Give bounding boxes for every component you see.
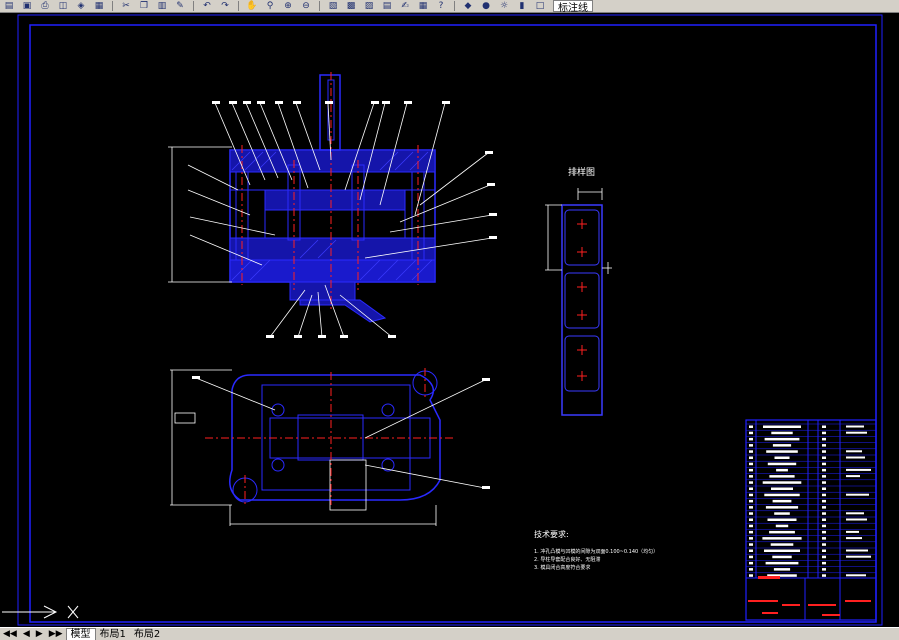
markup-icon[interactable]: ✍ — [398, 1, 412, 11]
technical-requirements: 技术要求: 1. 冲孔凸模与凹模的间隙为双面0.100~0.140（均匀） 2.… — [534, 529, 658, 571]
tech-note-2: 2. 导柱导套配合良好、无阻滞 — [534, 556, 600, 563]
sheet-set-icon[interactable]: ▤ — [380, 1, 394, 11]
tool-palette-icon[interactable]: ▨ — [362, 1, 376, 11]
layer-dropdown[interactable]: 标注线 — [553, 0, 593, 12]
tech-title: 技术要求: — [534, 529, 569, 539]
cut-icon[interactable]: ✂ — [119, 1, 133, 11]
toolbar-separator — [112, 1, 113, 11]
open-icon[interactable]: ▤ — [2, 1, 16, 11]
toolbar-separator — [319, 1, 320, 11]
tab-layout1[interactable]: 布局1 — [96, 629, 130, 640]
toolbar-separator — [238, 1, 239, 11]
zoom-window-icon[interactable]: ⊕ — [281, 1, 295, 11]
lightbulb-icon[interactable]: ● — [479, 1, 493, 11]
match-icon[interactable]: ✎ — [173, 1, 187, 11]
strip-layout-title: 排样图 — [568, 166, 595, 178]
help-icon[interactable]: ? — [434, 1, 448, 11]
redo-icon[interactable]: ↷ — [218, 1, 232, 11]
undo-icon[interactable]: ↶ — [200, 1, 214, 11]
outer-frame — [17, 14, 883, 626]
title-block — [745, 419, 877, 621]
die-section-view — [168, 72, 497, 338]
print-icon[interactable]: ⎙ — [38, 1, 52, 11]
zoom-realtime-icon[interactable]: ⚲ — [263, 1, 277, 11]
tab-nav-first[interactable]: ◀◀ — [0, 629, 20, 639]
preview-icon[interactable]: ◫ — [56, 1, 70, 11]
publish-icon[interactable]: ◈ — [74, 1, 88, 11]
save-icon[interactable]: ▣ — [20, 1, 34, 11]
tech-note-1: 1. 冲孔凸模与凹模的间隙为双面0.100~0.140（均匀） — [534, 548, 658, 555]
ucs-icon — [2, 605, 79, 619]
cad-drawing: 排样图 技术要求: 1. 冲孔凸模与凹模的间隙为双面0.100~0.140（均匀… — [2, 14, 883, 626]
color-swatch-icon[interactable]: □ — [533, 1, 547, 11]
tab-layout2[interactable]: 布局2 — [130, 629, 164, 640]
tech-note-3: 3. 模具闭合高度符合要求 — [534, 564, 590, 571]
layer-manager-icon[interactable]: ◆ — [461, 1, 475, 11]
properties-icon[interactable]: ▧ — [326, 1, 340, 11]
die-plan-view — [170, 368, 490, 526]
pan-icon[interactable]: ✋ — [245, 1, 259, 11]
tab-nav-next[interactable]: ▶ — [33, 629, 46, 639]
toolbar-separator — [193, 1, 194, 11]
layout-tabs: ◀◀ ◀ ▶ ▶▶ 模型 布局1 布局2 — [0, 627, 899, 640]
plot-icon[interactable]: ▦ — [92, 1, 106, 11]
drawing-canvas[interactable]: 排样图 技术要求: 1. 冲孔凸模与凹模的间隙为双面0.100~0.140（均匀… — [0, 13, 899, 627]
tab-nav-last[interactable]: ▶▶ — [46, 629, 66, 639]
standard-toolbar: ▤ ▣ ⎙ ◫ ◈ ▦ ✂ ❐ ▥ ✎ ↶ ↷ ✋ ⚲ ⊕ ⊖ ▧ ▩ ▨ ▤ ✍ ▦? ◆ ● ☼ ▮ □ 标注线 — [0, 0, 899, 13]
sun-icon[interactable]: ☼ — [497, 1, 511, 11]
calculator-icon[interactable]: ▦ — [416, 1, 430, 11]
toolbar-separator — [454, 1, 455, 11]
paste-icon[interactable]: ▥ — [155, 1, 169, 11]
tab-nav-prev[interactable]: ◀ — [20, 629, 33, 639]
strip-layout-view: 排样图 — [545, 166, 612, 416]
copy-icon[interactable]: ❐ — [137, 1, 151, 11]
design-center-icon[interactable]: ▩ — [344, 1, 358, 11]
lock-icon[interactable]: ▮ — [515, 1, 529, 11]
tab-model[interactable]: 模型 — [65, 628, 96, 640]
zoom-previous-icon[interactable]: ⊖ — [299, 1, 313, 11]
